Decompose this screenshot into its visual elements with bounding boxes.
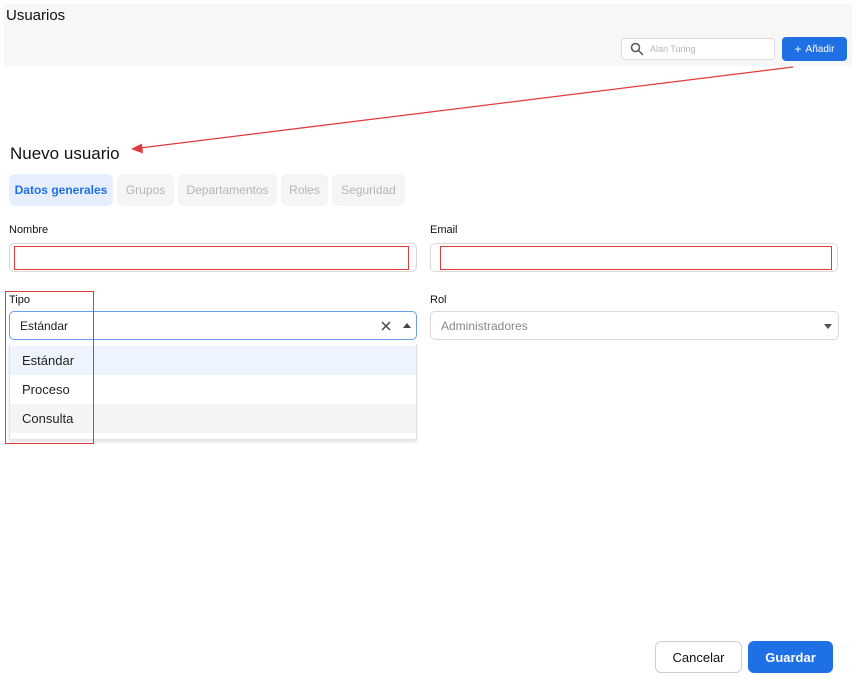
save-button[interactable]: Guardar [748,641,833,673]
add-button[interactable]: + Añadir [782,37,847,61]
search-icon [630,42,644,56]
search-input[interactable] [650,41,768,57]
top-bar: Usuarios + Añadir [4,4,852,66]
tab-datos-generales[interactable]: Datos generales [9,174,113,206]
email-label: Email [430,224,458,236]
caret-up-icon[interactable] [403,323,411,328]
tab-seguridad[interactable]: Seguridad [332,174,405,206]
cancel-button[interactable]: Cancelar [655,641,742,673]
rol-select[interactable]: Administradores [430,311,839,340]
chevron-down-icon[interactable] [824,324,832,329]
tab-roles[interactable]: Roles [281,174,328,206]
rol-label: Rol [430,294,447,306]
add-button-label: Añadir [805,43,835,55]
form-title: Nuevo usuario [10,144,120,163]
tab-departamentos[interactable]: Departamentos [178,174,277,206]
email-highlight [440,246,832,270]
clear-icon[interactable] [380,320,392,332]
plus-icon: + [794,42,802,56]
tipo-highlight [5,291,94,444]
search-box[interactable] [621,38,775,60]
nombre-label: Nombre [9,224,49,236]
page-header-title: Usuarios [6,7,66,24]
rol-selected-value: Administradores [441,319,528,333]
nombre-highlight [14,246,409,270]
tab-grupos[interactable]: Grupos [117,174,174,206]
